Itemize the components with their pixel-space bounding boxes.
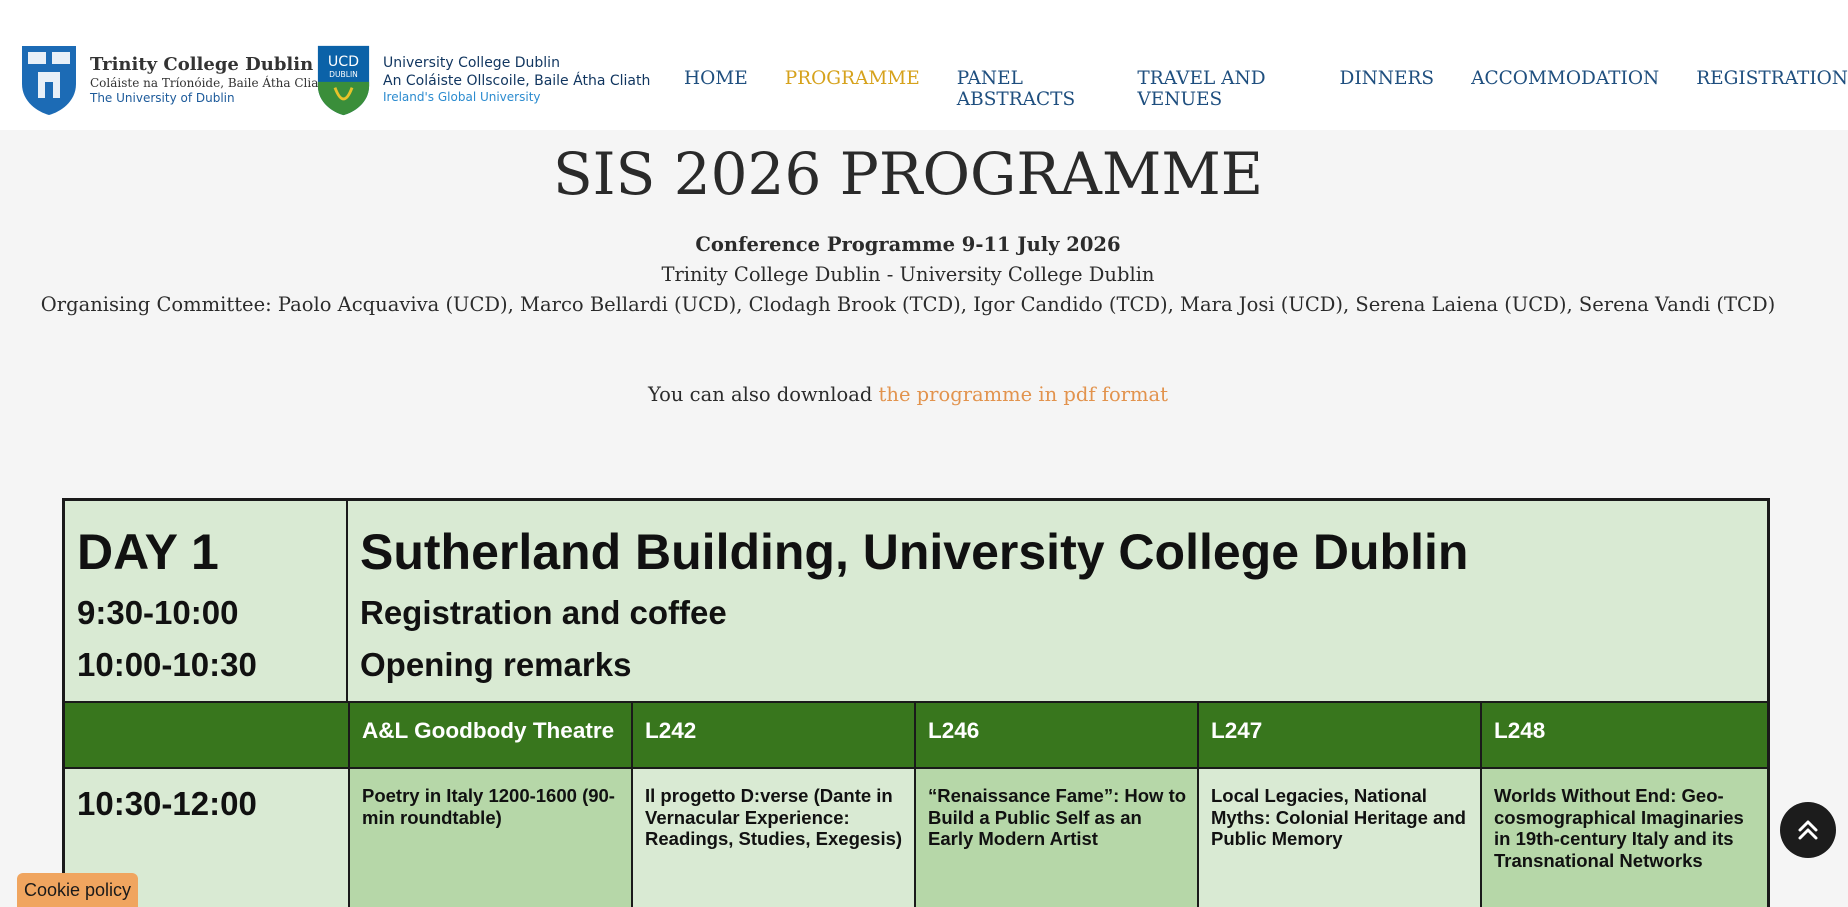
room-header: L248: [1480, 703, 1767, 767]
tcd-crest-icon: [22, 46, 76, 115]
day-cell: DAY 1 9:30-10:00 10:00-10:30: [65, 501, 348, 703]
ucd-name: University College Dublin: [383, 55, 560, 71]
nav-registration[interactable]: REGISTRATION: [1696, 68, 1848, 110]
ucd-logo[interactable]: UCD DUBLIN University College Dublin An …: [316, 42, 650, 118]
panel-cell: Poetry in Italy 1200-1600 (90-min roundt…: [348, 769, 631, 907]
registration-time: 9:30-10:00: [77, 594, 239, 631]
conference-title: Conference Programme 9-11 July 2026: [695, 233, 1121, 256]
main-nav: HOME PROGRAMME PANEL ABSTRACTS TRAVEL AN…: [684, 68, 1848, 110]
ucd-irish-name: An Coláiste Ollscoile, Baile Átha Cliath: [383, 72, 651, 89]
ucd-crest-icon: UCD DUBLIN: [317, 45, 370, 116]
session-row: 10:30-12:00 Poetry in Italy 1200-1600 (9…: [65, 769, 1767, 907]
double-chevron-up-icon: [1798, 820, 1818, 840]
nav-home[interactable]: HOME: [684, 68, 748, 110]
organising-committee: Organising Committee: Paolo Acquaviva (U…: [40, 293, 1776, 316]
ucd-tagline: Ireland's Global University: [383, 90, 541, 104]
nav-dinners[interactable]: DINNERS: [1339, 68, 1434, 110]
nav-accommodation[interactable]: ACCOMMODATION: [1471, 68, 1659, 110]
venue-title: Sutherland Building, University College …: [360, 524, 1469, 580]
site-header: Trinity College Dublin Coláiste na Tríon…: [0, 0, 1848, 130]
registration-event: Registration and coffee: [360, 594, 727, 631]
room-header: L247: [1197, 703, 1480, 767]
nav-programme[interactable]: PROGRAMME: [785, 68, 920, 110]
programme-table: DAY 1 9:30-10:00 10:00-10:30 Sutherland …: [62, 498, 1770, 907]
ucd-crest-text-top: UCD: [328, 54, 359, 70]
tcd-name: Trinity College Dublin: [90, 53, 314, 75]
institutions: Trinity College Dublin - University Coll…: [661, 263, 1155, 286]
room-header-row: A&L Goodbody Theatre L242 L246 L247 L248: [65, 703, 1767, 769]
opening-event: Opening remarks: [360, 646, 632, 683]
download-note: You can also download the programme in p…: [0, 383, 1816, 406]
ucd-crest-text-bottom: DUBLIN: [329, 70, 358, 79]
tcd-logo[interactable]: Trinity College Dublin Coláiste na Tríon…: [20, 44, 331, 116]
panel-cell: Il progetto D:verse (Dante in Vernacular…: [631, 769, 914, 907]
tcd-tagline: The University of Dublin: [90, 91, 235, 106]
download-prefix: You can also download: [648, 383, 879, 406]
nav-travel-and-venues[interactable]: TRAVEL AND VENUES: [1137, 68, 1302, 110]
day-label: DAY 1: [77, 524, 219, 580]
scroll-to-top-button[interactable]: [1780, 802, 1836, 858]
tcd-irish-name: Coláiste na Tríonóide, Baile Átha Cliath: [90, 76, 331, 91]
room-header: L246: [914, 703, 1197, 767]
page-title: SIS 2026 PROGRAMME: [552, 140, 1264, 208]
cookie-policy-button[interactable]: Cookie policy: [17, 873, 138, 907]
panel-cell: Local Legacies, National Myths: Colonial…: [1197, 769, 1480, 907]
pdf-download-link[interactable]: the programme in pdf format: [879, 383, 1168, 406]
room-header: L242: [631, 703, 914, 767]
opening-time: 10:00-10:30: [77, 646, 257, 683]
nav-panel-abstracts[interactable]: PANEL ABSTRACTS: [957, 68, 1101, 110]
panel-cell: Worlds Without End: Geo-cosmographical I…: [1480, 769, 1767, 907]
venue-cell: Sutherland Building, University College …: [348, 501, 1767, 703]
panel-cell: “Renaissance Fame”: How to Build a Publi…: [914, 769, 1197, 907]
room-header: A&L Goodbody Theatre: [348, 703, 631, 767]
